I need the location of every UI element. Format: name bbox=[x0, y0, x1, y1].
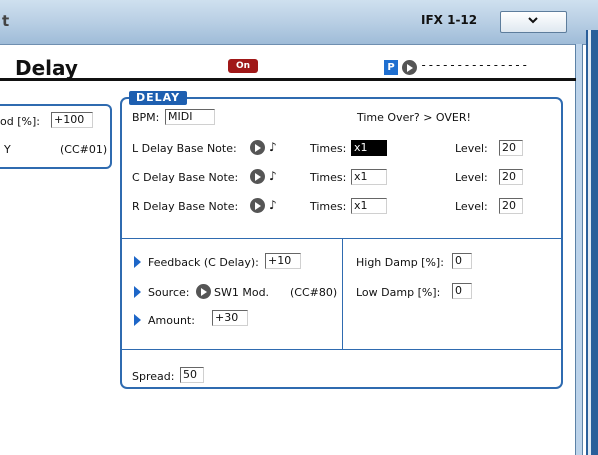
l-delay-base-note-label: L Delay Base Note: bbox=[132, 142, 237, 155]
c-delay-base-note-label: C Delay Base Note: bbox=[132, 171, 239, 184]
r-level-label: Level: bbox=[455, 200, 488, 213]
c-times-label: Times: bbox=[310, 171, 347, 184]
high-damp-label: High Damp [%]: bbox=[356, 256, 444, 269]
scrollbar-highlight bbox=[588, 30, 591, 455]
l-times-label: Times: bbox=[310, 142, 347, 155]
l-times-field[interactable]: x1 bbox=[351, 140, 387, 156]
low-damp-field[interactable]: 0 bbox=[452, 283, 472, 299]
left-row1-label: od [%]: bbox=[0, 115, 40, 128]
spread-field[interactable]: 50 bbox=[180, 367, 204, 383]
source-label: Source: bbox=[148, 286, 190, 299]
source-value: SW1 Mod. bbox=[214, 286, 270, 299]
c-delay-note-button[interactable] bbox=[250, 169, 265, 184]
r-times-label: Times: bbox=[310, 200, 347, 213]
left-row1-value-field[interactable]: +100 bbox=[51, 112, 93, 128]
high-damp-field[interactable]: 0 bbox=[452, 253, 472, 269]
spread-label: Spread: bbox=[132, 370, 175, 383]
low-damp-label: Low Damp [%]: bbox=[356, 286, 441, 299]
p-badge: P bbox=[384, 60, 398, 75]
triangle-marker-icon bbox=[134, 256, 141, 268]
source-cc: (CC#80) bbox=[290, 286, 338, 299]
note-icon: ♪ bbox=[269, 198, 277, 212]
page-title: Delay bbox=[15, 56, 78, 80]
divider bbox=[342, 238, 343, 349]
l-level-label: Level: bbox=[455, 142, 488, 155]
r-delay-base-note-label: R Delay Base Note: bbox=[132, 200, 239, 213]
r-delay-note-button[interactable] bbox=[250, 198, 265, 213]
note-icon: ♪ bbox=[269, 140, 277, 154]
window-title-fragment: t bbox=[2, 12, 10, 30]
left-row2-cc: (CC#01) bbox=[60, 143, 108, 156]
feedback-field[interactable]: +10 bbox=[265, 253, 301, 269]
preset-arrow-button[interactable] bbox=[402, 60, 417, 75]
note-icon: ♪ bbox=[269, 169, 277, 183]
feedback-label: Feedback (C Delay): bbox=[148, 256, 259, 269]
amount-field[interactable]: +30 bbox=[212, 310, 248, 326]
c-level-field[interactable]: 20 bbox=[499, 169, 523, 185]
bpm-label: BPM: bbox=[132, 111, 160, 124]
r-level-field[interactable]: 20 bbox=[499, 198, 523, 214]
amount-label: Amount: bbox=[148, 314, 195, 327]
title-underline bbox=[0, 78, 576, 81]
frame-border bbox=[575, 44, 583, 455]
triangle-marker-icon bbox=[134, 314, 141, 326]
bpm-field[interactable]: MIDI bbox=[165, 109, 215, 125]
l-delay-note-button[interactable] bbox=[250, 140, 265, 155]
source-select-button[interactable] bbox=[196, 284, 211, 299]
effect-on-button[interactable]: On bbox=[228, 59, 258, 73]
c-times-field[interactable]: x1 bbox=[351, 169, 387, 185]
delay-section-tag: DELAY bbox=[129, 91, 187, 105]
c-level-label: Level: bbox=[455, 171, 488, 184]
ifx-label: IFX 1-12 bbox=[421, 13, 478, 27]
chevron-down-icon bbox=[528, 17, 538, 24]
left-row2-label: Y bbox=[4, 143, 11, 156]
r-times-field[interactable]: x1 bbox=[351, 198, 387, 214]
time-over-indicator: Time Over? > OVER! bbox=[357, 111, 471, 124]
preset-name: --------------- bbox=[420, 58, 529, 72]
triangle-marker-icon bbox=[134, 286, 141, 298]
l-level-field[interactable]: 20 bbox=[499, 140, 523, 156]
divider bbox=[122, 349, 561, 350]
